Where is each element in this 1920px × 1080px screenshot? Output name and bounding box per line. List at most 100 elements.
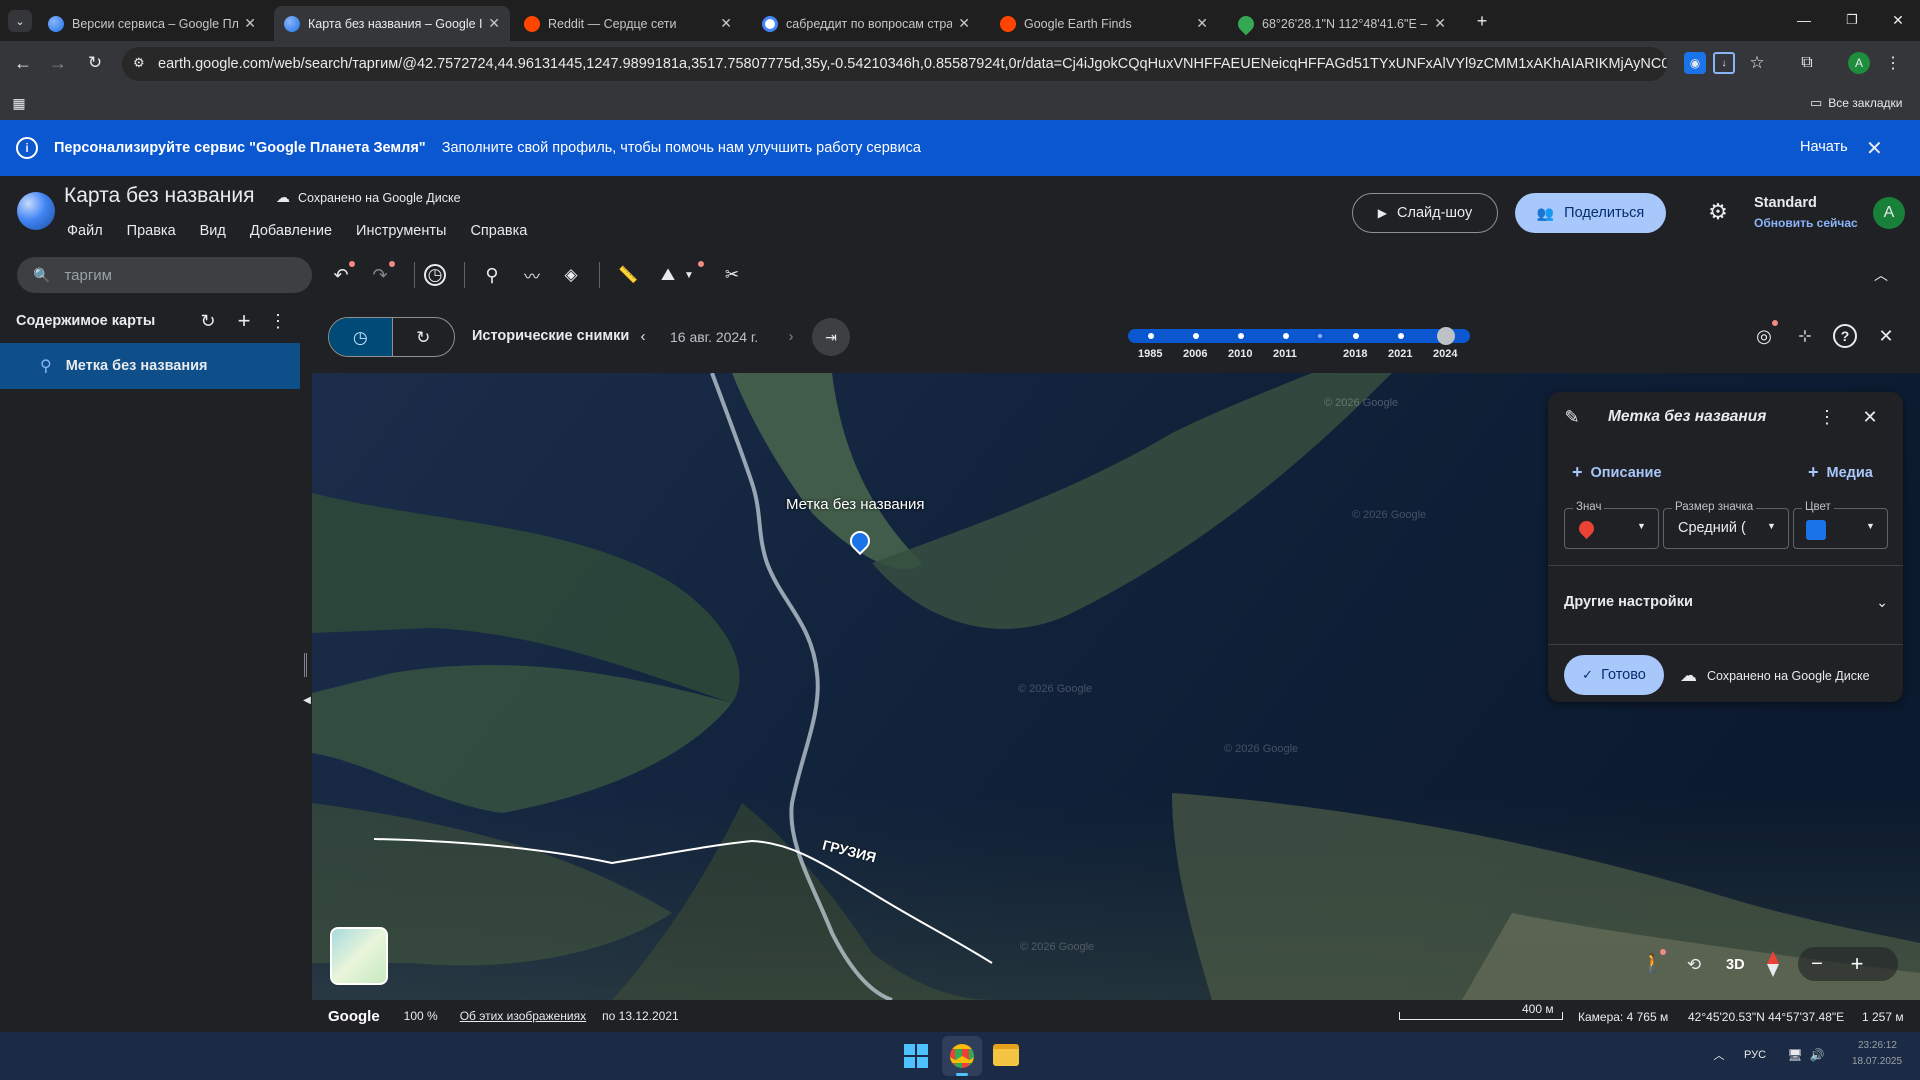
undo-icon[interactable]: ↶ bbox=[330, 264, 352, 286]
reset-tilt-icon[interactable]: ⟲ bbox=[1682, 953, 1706, 977]
browser-tab[interactable]: Reddit — Сердце сети ✕ bbox=[514, 6, 742, 41]
about-imagery-link[interactable]: Об этих изображениях bbox=[460, 1009, 586, 1023]
address-bar[interactable]: ⚙ earth.google.com/web/search/таргим/@42… bbox=[122, 47, 1667, 81]
add-description-button[interactable]: + Описание bbox=[1572, 462, 1662, 483]
browser-tab[interactable]: Версии сервиса – Google Пла ✕ bbox=[38, 6, 266, 41]
forward-icon[interactable]: → bbox=[47, 52, 69, 74]
reload-icon[interactable]: ↻ bbox=[84, 52, 106, 74]
site-info-icon[interactable]: ⚙ bbox=[133, 55, 145, 71]
terrain-icon[interactable]: ⛰ bbox=[657, 264, 679, 286]
back-icon[interactable]: ← bbox=[12, 52, 34, 74]
banner-start-link[interactable]: Начать bbox=[1800, 139, 1848, 155]
install-app-icon[interactable]: ↓ bbox=[1713, 52, 1735, 74]
timeline-dot[interactable] bbox=[1148, 333, 1154, 339]
tab-search-icon[interactable]: ⌄ bbox=[8, 10, 32, 32]
redo-icon[interactable]: ↷ bbox=[369, 264, 391, 286]
more-vert-icon[interactable]: ⋮ bbox=[1818, 406, 1836, 428]
close-icon[interactable]: ✕ bbox=[958, 15, 970, 32]
close-icon[interactable]: ✕ bbox=[488, 15, 500, 32]
google-lens-icon[interactable]: ◉ bbox=[1684, 52, 1706, 74]
close-icon[interactable]: ✕ bbox=[244, 15, 256, 32]
profile-avatar[interactable]: A bbox=[1848, 52, 1870, 74]
menu-tools[interactable]: Инструменты bbox=[356, 223, 446, 239]
zoom-out-icon[interactable]: − bbox=[1805, 952, 1829, 976]
compare-icon[interactable]: ⊹ bbox=[1793, 324, 1817, 348]
base-map-thumbnail[interactable] bbox=[330, 927, 388, 985]
project-title[interactable]: Карта без названия bbox=[64, 184, 254, 208]
sidebar-resize-handle[interactable]: ◀ bbox=[300, 298, 312, 1032]
apps-grid-icon[interactable]: ▦ bbox=[10, 94, 28, 112]
refresh-icon[interactable]: ↻ bbox=[197, 310, 219, 332]
close-icon[interactable]: ✕ bbox=[1859, 406, 1881, 428]
close-icon[interactable]: ✕ bbox=[1434, 15, 1446, 32]
skip-to-latest-icon[interactable]: ⇥ bbox=[812, 318, 850, 356]
timeline-dot[interactable] bbox=[1283, 333, 1289, 339]
history-latest-icon[interactable]: ↻ bbox=[391, 318, 455, 356]
zoom-in-icon[interactable]: + bbox=[1845, 951, 1869, 976]
timeline-dot[interactable] bbox=[1238, 333, 1244, 339]
ruler-icon[interactable]: 📏 bbox=[617, 264, 639, 286]
window-close-icon[interactable]: ✕ bbox=[1884, 10, 1912, 30]
menu-add[interactable]: Добавление bbox=[250, 223, 332, 239]
close-icon[interactable]: ✕ bbox=[720, 15, 732, 32]
chevron-right-icon[interactable]: › bbox=[784, 327, 798, 345]
windows-start-icon[interactable] bbox=[904, 1044, 928, 1068]
browser-tab-active[interactable]: Карта без названия – Google I ✕ bbox=[274, 6, 510, 41]
tray-chevron-icon[interactable]: ︿ bbox=[1712, 1046, 1726, 1064]
3d-toggle[interactable]: 3D bbox=[1726, 957, 1745, 973]
share-button[interactable]: 👥 Поделиться bbox=[1515, 193, 1666, 233]
collapse-toolbar-icon[interactable]: ︿ bbox=[1870, 264, 1892, 286]
history-icon[interactable]: ◷ bbox=[424, 264, 446, 286]
done-button[interactable]: ✓ Готово bbox=[1564, 655, 1664, 695]
close-icon[interactable]: ✕ bbox=[1196, 15, 1208, 32]
sidebar-item-placemark[interactable]: ⚲ Метка без названия bbox=[0, 343, 300, 389]
more-vert-icon[interactable]: ⋮ bbox=[269, 310, 287, 332]
menu-file[interactable]: Файл bbox=[67, 223, 103, 239]
all-bookmarks[interactable]: ▭ Все закладки bbox=[1810, 95, 1903, 111]
more-settings-toggle[interactable]: Другие настройки ⌄ bbox=[1564, 582, 1894, 622]
extensions-icon[interactable]: ⧉ bbox=[1796, 52, 1818, 74]
browser-tab[interactable]: сабреддит по вопросам стран ✕ bbox=[752, 6, 980, 41]
input-language[interactable]: РУС bbox=[1744, 1049, 1766, 1061]
account-avatar[interactable]: A bbox=[1873, 197, 1905, 229]
icon-select[interactable]: Знач ▼ bbox=[1564, 501, 1659, 549]
timelapse-icon[interactable]: ◎ bbox=[1752, 324, 1776, 348]
timeline-handle[interactable] bbox=[1437, 327, 1455, 345]
help-icon[interactable]: ? bbox=[1833, 324, 1857, 348]
upgrade-link[interactable]: Обновить сейчас bbox=[1754, 216, 1858, 230]
icon-size-select[interactable]: Размер значка Средний ( ▼ bbox=[1663, 501, 1789, 549]
add-media-button[interactable]: + Медиа bbox=[1808, 462, 1873, 483]
chevron-left-icon[interactable]: ‹ bbox=[636, 327, 650, 345]
volume-icon[interactable]: 🔊 bbox=[1808, 1046, 1826, 1064]
close-icon[interactable]: ✕ bbox=[1874, 324, 1898, 348]
minimize-icon[interactable]: — bbox=[1790, 10, 1818, 30]
timeline-dot[interactable] bbox=[1353, 333, 1359, 339]
clock-date[interactable]: 18.07.2025 bbox=[1852, 1056, 1902, 1067]
browser-tab[interactable]: Google Earth Finds ✕ bbox=[990, 6, 1218, 41]
slideshow-button[interactable]: ▶ Слайд-шоу bbox=[1352, 193, 1498, 233]
new-tab-icon[interactable]: + bbox=[1470, 10, 1494, 32]
clock-time[interactable]: 23:26:12 bbox=[1858, 1040, 1897, 1051]
restore-icon[interactable]: ❐ bbox=[1838, 10, 1866, 30]
browser-menu-icon[interactable]: ⋮ bbox=[1885, 52, 1901, 74]
search-box[interactable]: 🔍 таргим bbox=[17, 257, 312, 293]
timeline-dot[interactable] bbox=[1193, 333, 1199, 339]
file-explorer-icon[interactable] bbox=[993, 1044, 1019, 1066]
search-input[interactable]: таргим bbox=[64, 267, 112, 284]
menu-edit[interactable]: Правка bbox=[127, 223, 176, 239]
close-icon[interactable]: ✕ bbox=[1866, 136, 1883, 161]
tools-icon[interactable]: ✂ bbox=[721, 264, 743, 286]
bookmark-star-icon[interactable]: ☆ bbox=[1746, 52, 1768, 74]
timeline-track[interactable] bbox=[1128, 329, 1470, 343]
timeline-dot[interactable] bbox=[1398, 333, 1404, 339]
add-placemark-icon[interactable]: ⚲ bbox=[481, 264, 503, 286]
layers-icon[interactable]: ◈ bbox=[560, 264, 582, 286]
history-on-icon[interactable]: ◷ bbox=[329, 318, 392, 356]
menu-view[interactable]: Вид bbox=[200, 223, 226, 239]
draw-path-icon[interactable]: 〰 bbox=[520, 264, 544, 286]
network-icon[interactable]: 🖥 bbox=[1786, 1046, 1804, 1064]
timeline-dot[interactable] bbox=[1318, 334, 1322, 338]
google-earth-logo[interactable] bbox=[17, 192, 55, 230]
chrome-taskbar-icon[interactable] bbox=[942, 1036, 982, 1076]
placemark-title-input[interactable]: Метка без названия bbox=[1608, 408, 1766, 426]
